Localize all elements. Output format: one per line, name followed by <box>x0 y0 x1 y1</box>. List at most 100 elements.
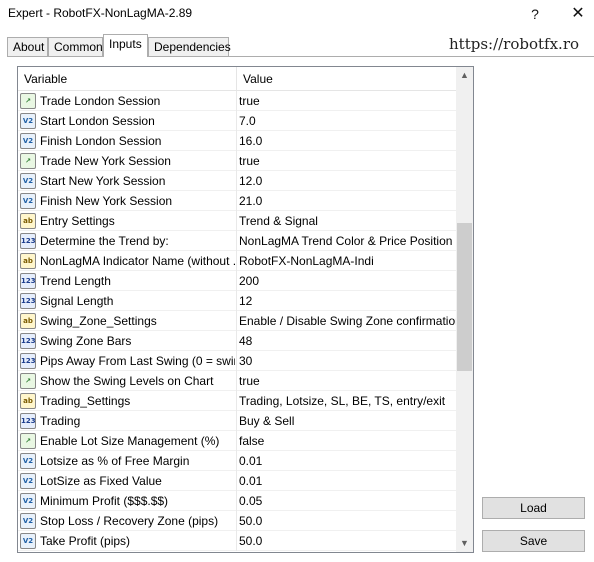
value-cell[interactable]: 12 <box>237 291 456 311</box>
grid-row[interactable]: 123 Trading Buy & Sell <box>18 411 456 431</box>
value-cell[interactable]: 50.0 <box>237 531 456 551</box>
variable-cell[interactable]: V2 Start London Session <box>18 111 237 131</box>
bool-type-icon: ↗ <box>20 153 36 169</box>
value-cell[interactable]: true <box>237 91 456 111</box>
variable-name: LotSize as Fixed Value <box>40 474 162 488</box>
grid-row[interactable]: V2 Lotsize as % of Free Margin 0.01 <box>18 451 456 471</box>
bool-type-icon: ↗ <box>20 433 36 449</box>
help-button[interactable]: ? <box>520 4 550 24</box>
value-cell[interactable]: RobotFX-NonLagMA-Indi <box>237 251 456 271</box>
variable-cell[interactable]: 123 Swing Zone Bars <box>18 331 237 351</box>
variable-cell[interactable]: 123 Trend Length <box>18 271 237 291</box>
column-header-value[interactable]: Value <box>237 67 456 91</box>
value-cell[interactable]: true <box>237 371 456 391</box>
variable-name: Trade New York Session <box>40 154 171 168</box>
variable-cell[interactable]: 123 Signal Length <box>18 291 237 311</box>
bool-type-icon: ↗ <box>20 373 36 389</box>
variable-name: Finish New York Session <box>40 194 173 208</box>
value-cell[interactable]: 16.0 <box>237 131 456 151</box>
variable-cell[interactable]: V2 Lotsize as % of Free Margin <box>18 451 237 471</box>
grid-row[interactable]: ab Trading_Settings Trading, Lotsize, SL, … <box>18 391 456 411</box>
grid-row[interactable]: V2 Finish New York Session 21.0 <box>18 191 456 211</box>
scroll-down-icon[interactable]: ▼ <box>456 535 473 552</box>
double-type-icon: V2 <box>20 193 36 209</box>
variable-cell[interactable]: ↗ Show the Swing Levels on Chart <box>18 371 237 391</box>
value-cell[interactable]: NonLagMA Trend Color & Price Position <box>237 231 456 251</box>
vertical-scrollbar[interactable]: ▲ ▼ <box>456 67 473 552</box>
value-cell[interactable]: 30 <box>237 351 456 371</box>
value-cell[interactable]: false <box>237 431 456 451</box>
grid-row[interactable]: 123 Determine the Trend by: NonLagMA Trend… <box>18 231 456 251</box>
grid-row[interactable]: ab NonLagMA Indicator Name (without .e...… <box>18 251 456 271</box>
variable-cell[interactable]: ab Trading_Settings <box>18 391 237 411</box>
value-cell[interactable]: 0.05 <box>237 491 456 511</box>
grid-row[interactable]: V2 Take Profit (pips) 50.0 <box>18 531 456 551</box>
grid-row[interactable]: V2 Start New York Session 12.0 <box>18 171 456 191</box>
variable-cell[interactable]: ↗ Trade New York Session <box>18 151 237 171</box>
grid-row[interactable]: ↗ Show the Swing Levels on Chart true <box>18 371 456 391</box>
variable-cell[interactable]: V2 Minimum Profit ($$$.$$) <box>18 491 237 511</box>
grid-row[interactable]: ab Swing_Zone_Settings Enable / Disable Sw… <box>18 311 456 331</box>
value-cell[interactable]: 0.01 <box>237 451 456 471</box>
value-cell[interactable]: Trend & Signal <box>237 211 456 231</box>
variable-cell[interactable]: ↗ Enable Lot Size Management (%) <box>18 431 237 451</box>
grid-row[interactable]: ↗ Enable Lot Size Management (%) false <box>18 431 456 451</box>
variable-cell[interactable]: V2 Start New York Session <box>18 171 237 191</box>
grid-rows: ↗ Trade London Session true V2 Start London … <box>18 91 456 551</box>
grid-row[interactable]: ↗ Trade London Session true <box>18 91 456 111</box>
variable-cell[interactable]: V2 Stop Loss / Recovery Zone (pips) <box>18 511 237 531</box>
save-button[interactable]: Save <box>482 530 585 552</box>
grid-row[interactable]: V2 LotSize as Fixed Value 0.01 <box>18 471 456 491</box>
value-cell[interactable]: 50.0 <box>237 511 456 531</box>
variable-cell[interactable]: ↗ Trade London Session <box>18 91 237 111</box>
value-cell[interactable]: 200 <box>237 271 456 291</box>
variable-cell[interactable]: V2 Finish London Session <box>18 131 237 151</box>
variable-cell[interactable]: V2 Finish New York Session <box>18 191 237 211</box>
scroll-thumb[interactable] <box>457 223 472 371</box>
grid-row[interactable]: 123 Trend Length 200 <box>18 271 456 291</box>
tab-common[interactable]: Common <box>48 37 103 57</box>
variable-name: Lotsize as % of Free Margin <box>40 454 190 468</box>
double-type-icon: V2 <box>20 533 36 549</box>
variable-cell[interactable]: 123 Determine the Trend by: <box>18 231 237 251</box>
value-cell[interactable]: 12.0 <box>237 171 456 191</box>
close-button[interactable]: ✕ <box>563 4 593 24</box>
variable-name: Swing_Zone_Settings <box>40 314 157 328</box>
value-cell[interactable]: 7.0 <box>237 111 456 131</box>
double-type-icon: V2 <box>20 493 36 509</box>
int-type-icon: 123 <box>20 353 36 369</box>
variable-cell[interactable]: 123 Trading <box>18 411 237 431</box>
variable-cell[interactable]: ab Entry Settings <box>18 211 237 231</box>
scroll-up-icon[interactable]: ▲ <box>456 67 473 84</box>
grid-row[interactable]: ab Entry Settings Trend & Signal <box>18 211 456 231</box>
grid-row[interactable]: ↗ Trade New York Session true <box>18 151 456 171</box>
column-header-variable[interactable]: Variable <box>18 67 237 91</box>
value-cell[interactable]: 21.0 <box>237 191 456 211</box>
tab-inputs[interactable]: Inputs <box>103 34 148 57</box>
value-cell[interactable]: 0.01 <box>237 471 456 491</box>
variable-name: Trading_Settings <box>40 394 131 408</box>
value-cell[interactable]: Enable / Disable Swing Zone confirmation <box>237 311 456 331</box>
int-type-icon: 123 <box>20 273 36 289</box>
grid-row[interactable]: 123 Pips Away From Last Swing (0 = swing … <box>18 351 456 371</box>
tab-dependencies[interactable]: Dependencies <box>148 37 231 57</box>
grid-row[interactable]: 123 Signal Length 12 <box>18 291 456 311</box>
tab-about[interactable]: About <box>7 37 48 57</box>
grid-header: Variable Value <box>18 67 456 91</box>
value-cell[interactable]: 48 <box>237 331 456 351</box>
value-cell[interactable]: true <box>237 151 456 171</box>
grid-row[interactable]: V2 Finish London Session 16.0 <box>18 131 456 151</box>
variable-cell[interactable]: ab NonLagMA Indicator Name (without .e... <box>18 251 237 271</box>
grid-row[interactable]: V2 Minimum Profit ($$$.$$) 0.05 <box>18 491 456 511</box>
variable-cell[interactable]: V2 LotSize as Fixed Value <box>18 471 237 491</box>
int-type-icon: 123 <box>20 293 36 309</box>
grid-row[interactable]: 123 Swing Zone Bars 48 <box>18 331 456 351</box>
value-cell[interactable]: Buy & Sell <box>237 411 456 431</box>
variable-cell[interactable]: 123 Pips Away From Last Swing (0 = swing … <box>18 351 237 371</box>
grid-row[interactable]: V2 Stop Loss / Recovery Zone (pips) 50.0 <box>18 511 456 531</box>
grid-row[interactable]: V2 Start London Session 7.0 <box>18 111 456 131</box>
value-cell[interactable]: Trading, Lotsize, SL, BE, TS, entry/exit <box>237 391 456 411</box>
variable-cell[interactable]: V2 Take Profit (pips) <box>18 531 237 551</box>
load-button[interactable]: Load <box>482 497 585 519</box>
variable-cell[interactable]: ab Swing_Zone_Settings <box>18 311 237 331</box>
